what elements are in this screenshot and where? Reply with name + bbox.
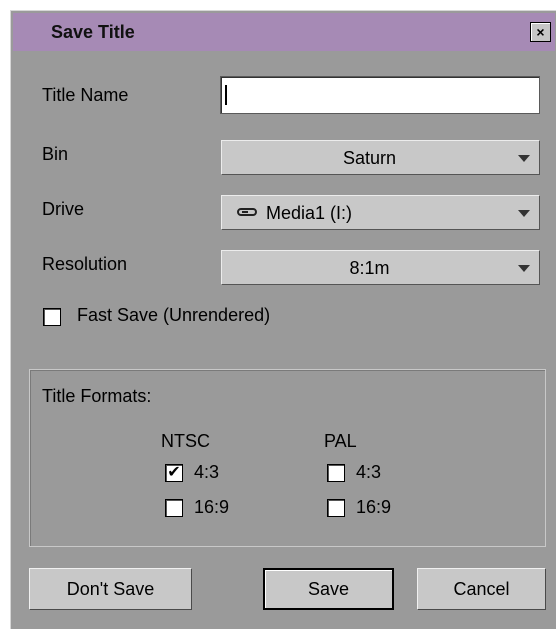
pal-label: PAL bbox=[324, 431, 357, 451]
pal-16-9-checkbox[interactable] bbox=[327, 499, 345, 517]
fast-save-label: Fast Save (Unrendered) bbox=[77, 305, 271, 325]
drive-value: Media1 (I:) bbox=[266, 203, 353, 223]
dialog-titlebar[interactable]: Save Title × bbox=[13, 13, 555, 51]
chevron-down-icon bbox=[518, 155, 530, 162]
text-caret bbox=[225, 85, 227, 105]
pal-16-9-label: 16:9 bbox=[356, 497, 392, 517]
ntsc-label: NTSC bbox=[161, 431, 210, 451]
title-name-label: Title Name bbox=[42, 85, 129, 105]
resolution-dropdown[interactable]: 8:1m bbox=[221, 250, 540, 285]
drive-dropdown[interactable]: Media1 (I:) bbox=[221, 195, 540, 230]
dialog-title: Save Title bbox=[51, 22, 135, 42]
chevron-down-icon bbox=[518, 210, 530, 217]
bin-label: Bin bbox=[42, 144, 69, 164]
resolution-label: Resolution bbox=[42, 254, 128, 274]
save-button[interactable]: Save bbox=[263, 568, 394, 610]
chevron-down-icon bbox=[518, 265, 530, 272]
bin-dropdown[interactable]: Saturn bbox=[221, 140, 540, 175]
drive-icon bbox=[237, 208, 257, 216]
pal-4-3-checkbox[interactable] bbox=[327, 464, 345, 482]
close-icon[interactable]: × bbox=[530, 22, 551, 42]
drive-label: Drive bbox=[42, 199, 85, 219]
title-formats-heading: Title Formats: bbox=[42, 386, 152, 406]
fast-save-checkbox[interactable] bbox=[43, 308, 61, 326]
ntsc-16-9-label: 16:9 bbox=[194, 497, 230, 517]
cancel-button[interactable]: Cancel bbox=[417, 568, 546, 610]
save-title-dialog: Save Title × Title Name Bin Saturn Drive… bbox=[10, 10, 556, 629]
ntsc-4-3-label: 4:3 bbox=[194, 462, 220, 482]
ntsc-4-3-checkbox[interactable]: ✔ bbox=[165, 464, 183, 482]
title-name-input[interactable] bbox=[220, 76, 540, 114]
resolution-value: 8:1m bbox=[349, 258, 390, 278]
bin-value: Saturn bbox=[342, 148, 397, 168]
dont-save-button[interactable]: Don't Save bbox=[29, 568, 192, 610]
pal-4-3-label: 4:3 bbox=[356, 462, 382, 482]
ntsc-16-9-checkbox[interactable] bbox=[165, 499, 183, 517]
